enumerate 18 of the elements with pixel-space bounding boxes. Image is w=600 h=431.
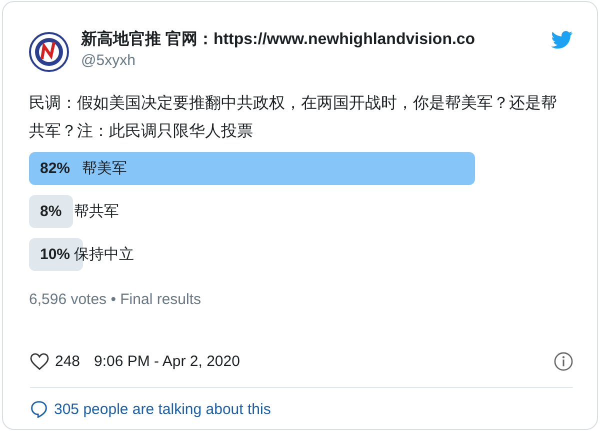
author-handle[interactable]: @5xyxh	[81, 51, 136, 71]
poll-percent: 10%	[39, 246, 72, 263]
heart-icon[interactable]	[30, 353, 49, 370]
poll-option-label: 帮共军	[74, 202, 119, 221]
like-count[interactable]: 248	[55, 353, 80, 370]
speech-bubble-icon[interactable]	[30, 400, 48, 418]
tweet-timestamp[interactable]: 9:06 PM - Apr 2, 2020	[94, 353, 240, 370]
poll-percent: 82%	[39, 160, 72, 177]
info-icon[interactable]	[554, 352, 573, 371]
poll-option-label: 帮美军	[82, 159, 127, 178]
conversation-link[interactable]: 305 people are talking about this	[54, 400, 271, 418]
tweet-text: 民调：假如美国决定要推翻中共政权，在两国开战时，你是帮美军？还是帮共军？注：此民调只限华人投票	[29, 94, 557, 142]
poll-summary: 6,596 votes • Final results	[29, 291, 202, 308]
poll-option-label: 保持中立	[74, 245, 134, 264]
avatar-icon[interactable]	[29, 32, 69, 72]
author-name[interactable]: 新高地官推 官网：https://www.newhighlandvision.co	[81, 29, 476, 51]
bird-icon[interactable]	[551, 31, 573, 49]
poll-percent: 8%	[39, 203, 63, 220]
